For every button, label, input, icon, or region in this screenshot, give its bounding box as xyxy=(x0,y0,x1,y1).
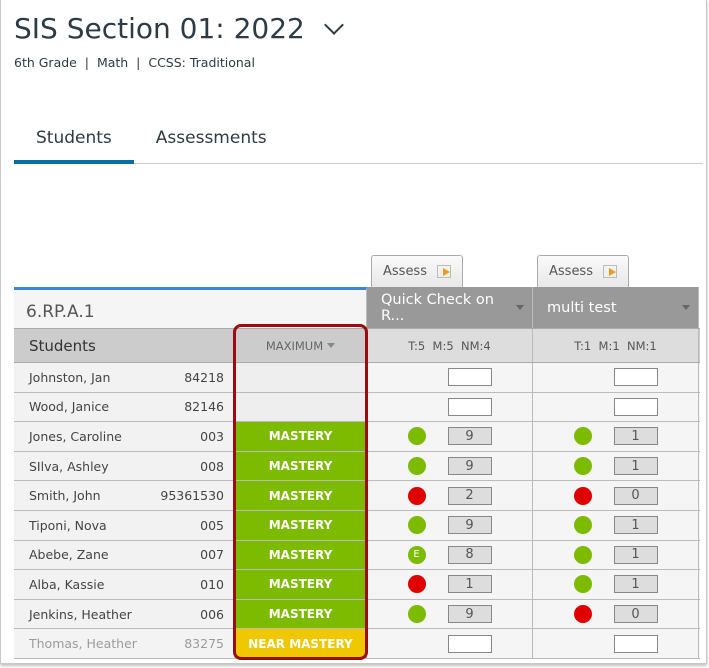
calc-method-dropdown[interactable]: MAXIMUM xyxy=(235,329,367,362)
table-row: Jones, Caroline 003 MASTERY 9 1 xyxy=(14,422,700,452)
assessment-header-1[interactable]: Quick Check on R... xyxy=(367,287,533,328)
mastery-badge: NEAR MASTERY xyxy=(235,629,366,658)
calc-method-label: MAXIMUM xyxy=(265,338,324,353)
tab-bar: Students Assessments xyxy=(14,124,703,164)
section-title-text: SIS Section 01: 2022 xyxy=(14,12,305,45)
student-id: 010 xyxy=(200,576,224,592)
green-status-icon: E xyxy=(407,545,426,564)
student-id: 007 xyxy=(200,547,224,563)
student-id: 006 xyxy=(200,606,224,622)
score-input[interactable] xyxy=(613,368,658,387)
students-header: Students xyxy=(14,329,235,362)
student-name[interactable]: Abebe, Zane xyxy=(29,547,109,562)
student-name[interactable]: Jones, Caroline xyxy=(29,429,122,444)
score-input[interactable]: 1 xyxy=(613,575,658,594)
table-row: Alba, Kassie 010 MASTERY 1 1 xyxy=(14,570,700,600)
score-input[interactable]: 1 xyxy=(613,516,658,535)
student-name[interactable]: SIlva, Ashley xyxy=(29,459,109,474)
score-input[interactable]: 9 xyxy=(447,516,492,535)
score-input[interactable]: 1 xyxy=(613,457,658,476)
mastery-badge: MASTERY xyxy=(235,422,366,451)
score-input[interactable]: 2 xyxy=(447,486,492,505)
student-name[interactable]: Alba, Kassie xyxy=(29,577,104,592)
assessment-stats-1: T:5 M:5 NM:4 xyxy=(367,329,533,362)
section-subtitle: 6th Grade | Math | CCSS: Traditional xyxy=(14,55,255,70)
mastery-badge: MASTERY xyxy=(235,481,366,510)
student-name[interactable]: Jenkins, Heather xyxy=(29,607,132,622)
student-id: 84218 xyxy=(184,369,224,385)
score-input[interactable]: 1 xyxy=(447,575,492,594)
table-row: Smith, John 95361530 MASTERY 2 0 xyxy=(14,481,700,511)
red-status-icon xyxy=(573,486,592,505)
assess-button-1[interactable]: Assess xyxy=(371,255,463,287)
score-input[interactable]: 1 xyxy=(613,427,658,446)
table-row: SIlva, Ashley 008 MASTERY 9 1 xyxy=(14,451,700,482)
table-row: Abebe, Zane 007 MASTERY E 8 1 xyxy=(14,540,700,571)
assessment-name: multi test xyxy=(547,299,617,316)
green-status-icon xyxy=(407,457,426,476)
table-row: Thomas, Heather 83275 NEAR MASTERY xyxy=(14,629,700,659)
red-status-icon xyxy=(407,486,426,505)
assess-button-2[interactable]: Assess xyxy=(537,255,629,287)
chevron-down-icon[interactable] xyxy=(323,14,344,35)
assessment-header-2[interactable]: multi test xyxy=(533,287,699,328)
table-row: Wood, Janice 82146 xyxy=(14,392,700,423)
green-status-icon xyxy=(407,605,426,624)
student-name[interactable]: Thomas, Heather xyxy=(29,636,137,651)
assessment-name: Quick Check on R... xyxy=(381,291,494,324)
score-input[interactable] xyxy=(613,634,658,653)
caret-down-icon[interactable] xyxy=(682,305,690,310)
green-status-icon xyxy=(573,575,592,594)
score-input[interactable]: 8 xyxy=(447,545,492,564)
caret-down-icon xyxy=(327,343,336,348)
student-id: 82146 xyxy=(184,399,224,415)
assess-label: Assess xyxy=(549,264,593,279)
green-status-icon xyxy=(573,427,592,446)
score-input[interactable] xyxy=(447,368,492,387)
student-name[interactable]: Smith, John xyxy=(29,488,101,503)
mastery-badge: MASTERY xyxy=(235,599,366,629)
green-status-icon xyxy=(407,516,426,535)
student-id: 83275 xyxy=(184,636,224,652)
student-id: 003 xyxy=(200,428,224,444)
mastery-badge: MASTERY xyxy=(235,510,366,540)
student-id: 95361530 xyxy=(160,488,224,504)
green-status-icon xyxy=(573,516,592,535)
mastery-badge: MASTERY xyxy=(235,451,366,481)
score-input[interactable] xyxy=(447,397,492,416)
assess-label: Assess xyxy=(383,264,427,279)
table-row: Johnston, Jan 84218 xyxy=(14,363,700,393)
red-status-icon xyxy=(573,605,592,624)
launch-icon xyxy=(436,265,451,278)
red-status-icon xyxy=(407,575,426,594)
standard-label: 6.RP.A.1 xyxy=(14,287,367,328)
green-status-icon xyxy=(573,545,592,564)
score-input[interactable]: 9 xyxy=(447,427,492,446)
section-title[interactable]: SIS Section 01: 2022 xyxy=(14,12,344,45)
mastery-grid: 6.RP.A.1 Quick Check on R... multi test … xyxy=(14,287,700,659)
score-input[interactable]: 9 xyxy=(447,605,492,624)
score-input[interactable]: 0 xyxy=(613,605,658,624)
student-id: 005 xyxy=(200,517,224,533)
green-status-icon xyxy=(407,427,426,446)
score-input[interactable] xyxy=(613,397,658,416)
score-input[interactable]: 1 xyxy=(613,545,658,564)
launch-icon xyxy=(602,265,617,278)
table-row: Tiponi, Nova 005 MASTERY 9 1 xyxy=(14,510,700,541)
student-name[interactable]: Johnston, Jan xyxy=(29,370,110,385)
student-name[interactable]: Wood, Janice xyxy=(29,399,109,414)
mastery-badge: MASTERY xyxy=(235,570,366,599)
table-row: Jenkins, Heather 006 MASTERY 9 0 xyxy=(14,599,700,630)
tab-students[interactable]: Students xyxy=(14,124,134,164)
caret-down-icon[interactable] xyxy=(516,305,524,310)
assessment-stats-2: T:1 M:1 NM:1 xyxy=(533,329,699,362)
green-status-icon xyxy=(573,457,592,476)
score-input[interactable]: 9 xyxy=(447,457,492,476)
score-input[interactable] xyxy=(447,634,492,653)
student-name[interactable]: Tiponi, Nova xyxy=(29,518,107,533)
student-id: 008 xyxy=(200,458,224,474)
mastery-badge: MASTERY xyxy=(235,540,366,570)
score-input[interactable]: 0 xyxy=(613,486,658,505)
tab-assessments[interactable]: Assessments xyxy=(134,124,289,164)
